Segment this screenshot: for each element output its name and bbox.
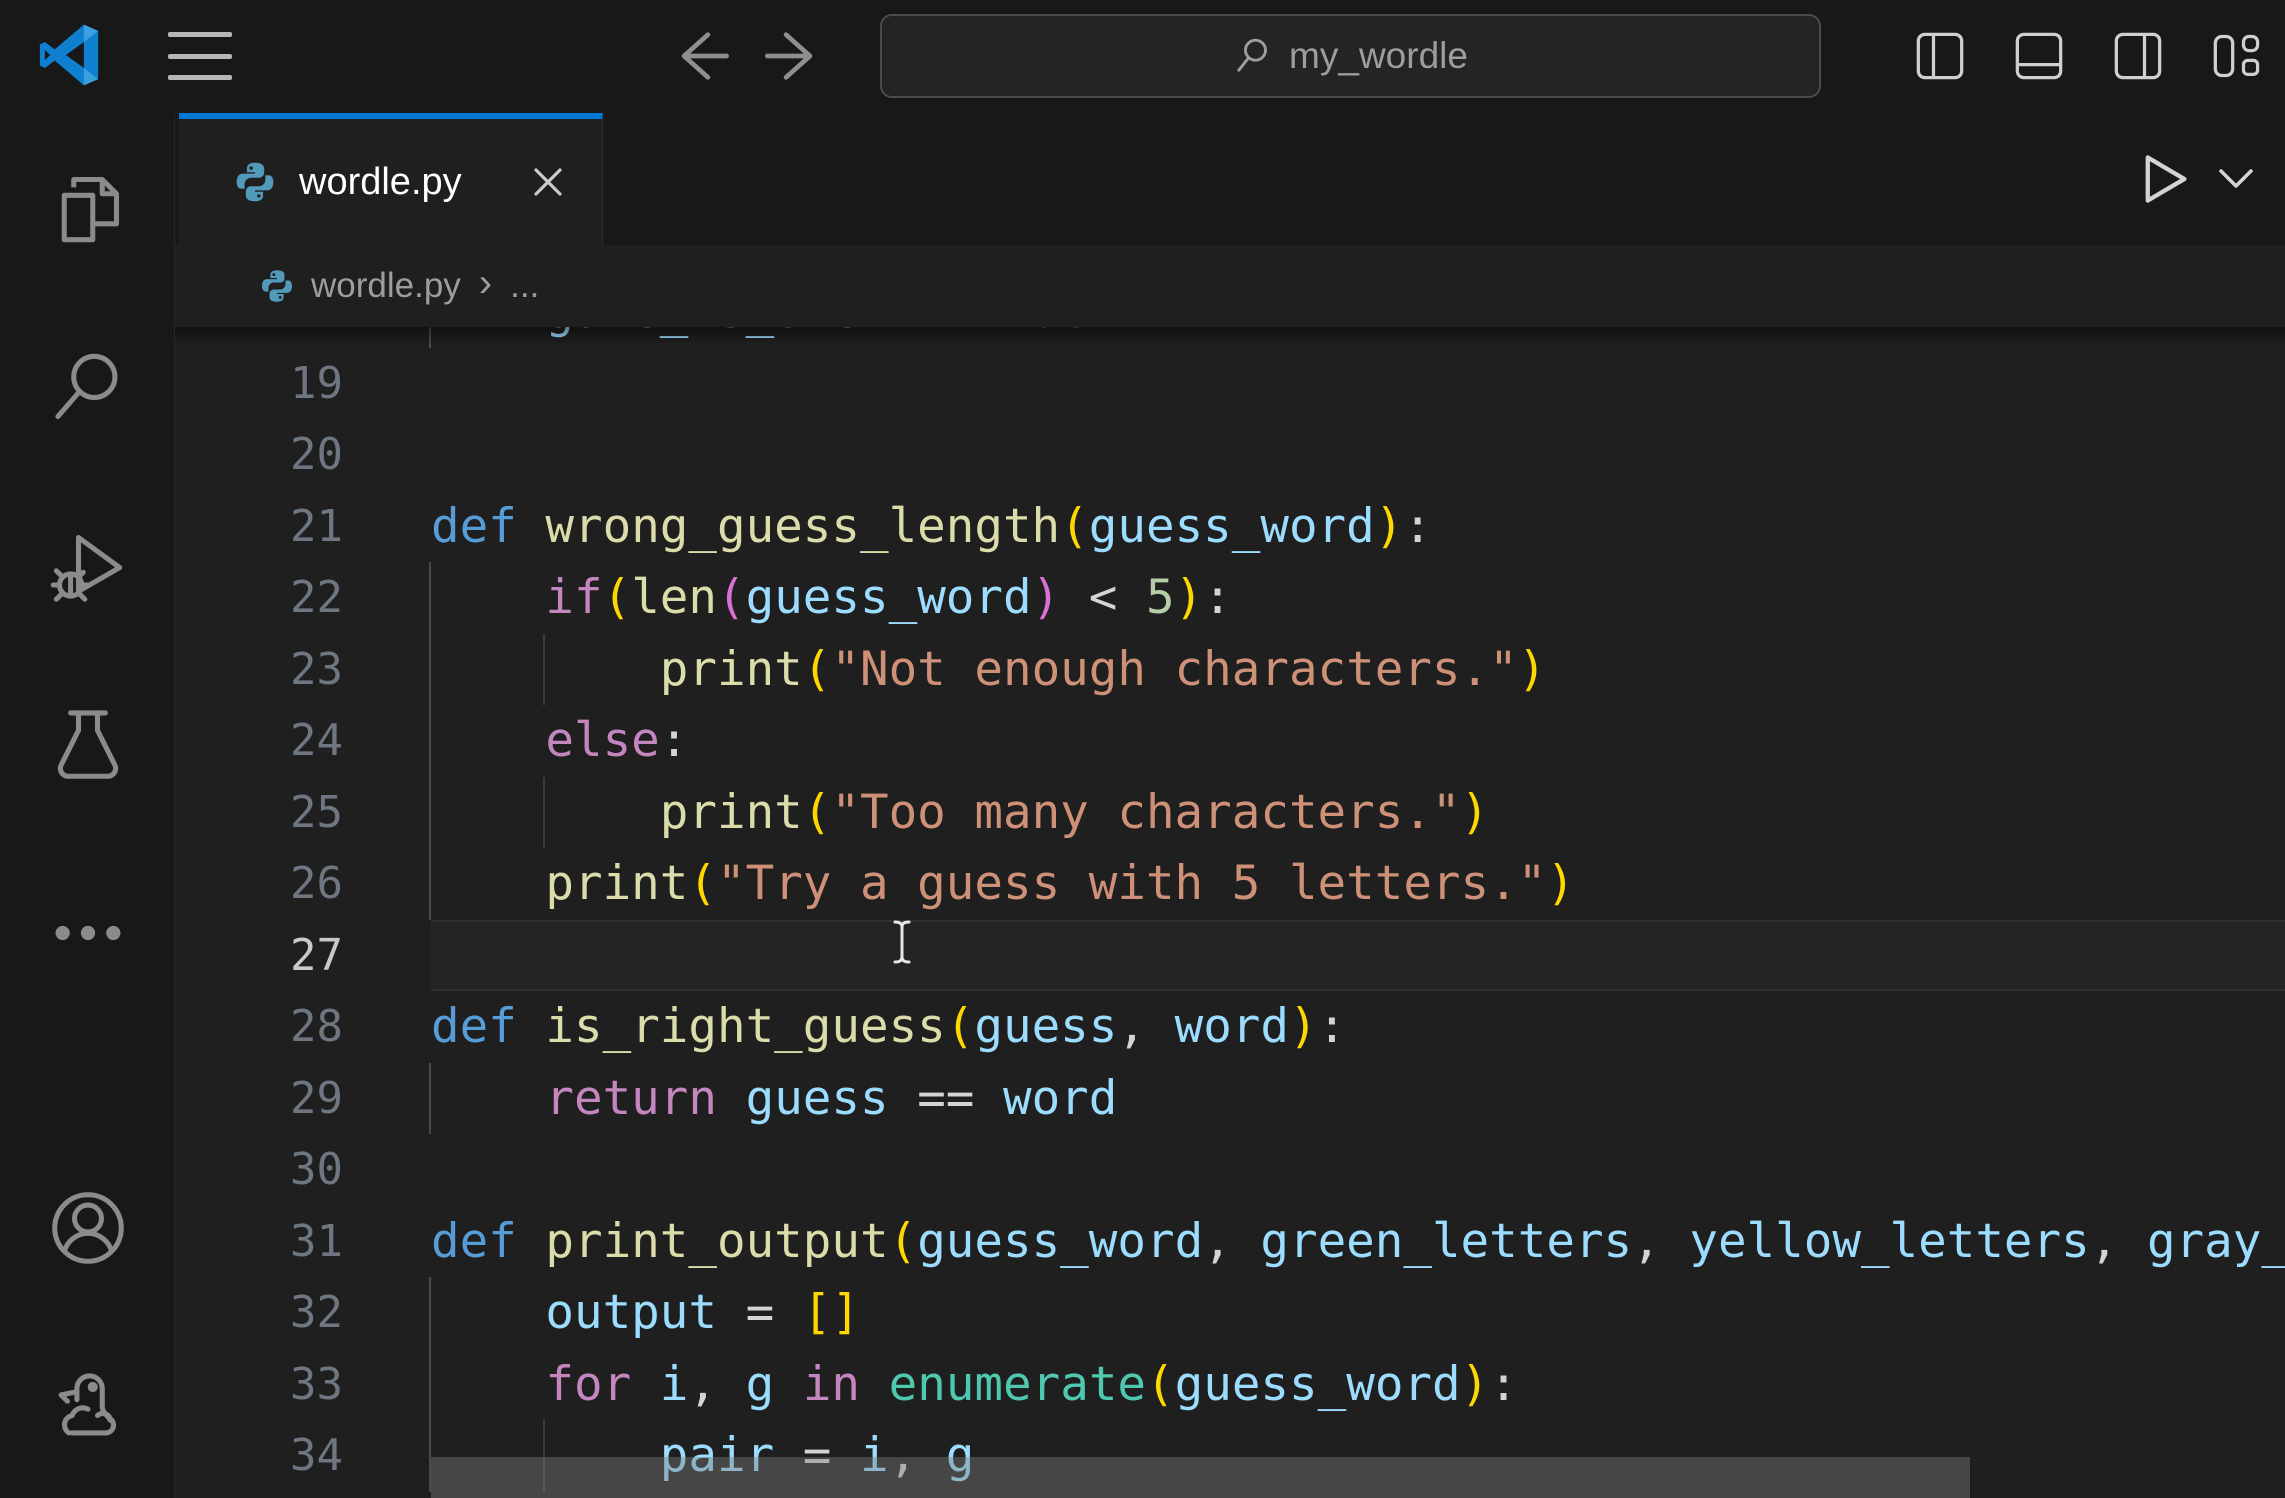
code-line[interactable]: 33 for i, g in enumerate(guess_word): bbox=[175, 1349, 2285, 1421]
line-number[interactable]: 34 bbox=[175, 1420, 431, 1492]
line-number[interactable]: 32 bbox=[175, 1277, 431, 1349]
line-number[interactable]: 23 bbox=[175, 634, 431, 706]
run-and-debug-icon[interactable] bbox=[0, 491, 175, 641]
vscode-logo-icon bbox=[38, 24, 100, 86]
python-file-icon bbox=[233, 160, 277, 204]
python-file-icon bbox=[259, 268, 295, 304]
code-line[interactable]: 29 return guess == word bbox=[175, 1063, 2285, 1135]
customize-layout-icon[interactable] bbox=[2211, 30, 2263, 82]
line-content: print("Try a guess with 5 letters.") bbox=[431, 848, 1575, 920]
run-dropdown-icon[interactable] bbox=[2213, 161, 2259, 197]
forward-icon[interactable] bbox=[762, 24, 826, 88]
search-icon bbox=[1233, 36, 1273, 76]
search-sidebar-icon[interactable] bbox=[0, 313, 175, 463]
breadcrumb: wordle.py › ... bbox=[175, 245, 2285, 327]
line-number[interactable]: 27 bbox=[175, 920, 431, 992]
line-number[interactable]: 18 bbox=[175, 327, 431, 348]
toggle-secondary-sidebar-icon[interactable] bbox=[2112, 30, 2164, 82]
editor-group: wordle.py wordle.py › ... bbox=[175, 113, 2285, 1498]
line-content: output = [] bbox=[431, 1277, 860, 1349]
code-lines: 18 game_is_over = True192021def wrong_gu… bbox=[175, 327, 2285, 1492]
code-line[interactable]: 20 bbox=[175, 419, 2285, 491]
code-line[interactable]: 24 else: bbox=[175, 705, 2285, 777]
line-number[interactable]: 20 bbox=[175, 419, 431, 491]
code-editor[interactable]: 18 game_is_over = True192021def wrong_gu… bbox=[175, 327, 2285, 1498]
line-number[interactable]: 29 bbox=[175, 1063, 431, 1135]
breadcrumb-file[interactable]: wordle.py bbox=[311, 266, 461, 306]
code-line[interactable]: 28def is_right_guess(guess, word): bbox=[175, 991, 2285, 1063]
command-center-label: my_wordle bbox=[1289, 35, 1468, 77]
toggle-panel-icon[interactable] bbox=[2013, 30, 2065, 82]
account-icon[interactable] bbox=[0, 1153, 175, 1303]
line-content: def is_right_guess(guess, word): bbox=[431, 991, 1346, 1063]
line-number[interactable]: 22 bbox=[175, 562, 431, 634]
breadcrumb-more[interactable]: ... bbox=[510, 266, 539, 306]
activity-bar bbox=[0, 113, 175, 1498]
chevron-right-icon: › bbox=[479, 261, 492, 306]
line-number[interactable]: 33 bbox=[175, 1349, 431, 1421]
menu-icon[interactable] bbox=[168, 30, 232, 82]
code-line[interactable]: 27 bbox=[175, 920, 2285, 992]
vscode-window: my_wordle bbox=[0, 0, 2285, 1498]
run-button[interactable] bbox=[2139, 151, 2191, 207]
python-environments-icon[interactable] bbox=[0, 1331, 175, 1481]
tab-wordle-py[interactable]: wordle.py bbox=[179, 113, 603, 245]
code-line[interactable]: 31def print_output(guess_word, green_let… bbox=[175, 1206, 2285, 1278]
line-content: def wrong_guess_length(guess_word): bbox=[431, 491, 1432, 563]
back-icon[interactable] bbox=[668, 24, 732, 88]
testing-icon[interactable] bbox=[0, 668, 175, 818]
line-number[interactable]: 28 bbox=[175, 991, 431, 1063]
more-extensions-icon[interactable] bbox=[0, 858, 175, 1008]
close-icon[interactable] bbox=[528, 162, 568, 202]
line-number[interactable]: 25 bbox=[175, 777, 431, 849]
tab-bar: wordle.py bbox=[175, 113, 2285, 245]
command-center-search[interactable]: my_wordle bbox=[880, 14, 1821, 98]
line-content: else: bbox=[431, 705, 688, 777]
line-content: return guess == word bbox=[431, 1063, 1117, 1135]
line-content: print("Too many characters.") bbox=[431, 777, 1489, 849]
text-cursor-pointer bbox=[891, 919, 913, 965]
line-number[interactable]: 24 bbox=[175, 705, 431, 777]
toggle-primary-sidebar-icon[interactable] bbox=[1914, 30, 1966, 82]
explorer-icon[interactable] bbox=[0, 133, 175, 283]
line-number[interactable]: 21 bbox=[175, 491, 431, 563]
line-content: game_is_over = True bbox=[431, 327, 1089, 348]
horizontal-scrollbar[interactable] bbox=[431, 1457, 1970, 1498]
code-line[interactable]: 32 output = [] bbox=[175, 1277, 2285, 1349]
line-content: if(len(guess_word) < 5): bbox=[431, 562, 1232, 634]
line-content: for i, g in enumerate(guess_word): bbox=[431, 1349, 1518, 1421]
title-bar: my_wordle bbox=[0, 0, 2285, 114]
code-line[interactable]: 26 print("Try a guess with 5 letters.") bbox=[175, 848, 2285, 920]
line-number[interactable]: 26 bbox=[175, 848, 431, 920]
code-line[interactable]: 25 print("Too many characters.") bbox=[175, 777, 2285, 849]
line-number[interactable]: 19 bbox=[175, 348, 431, 420]
code-line[interactable]: 22 if(len(guess_word) < 5): bbox=[175, 562, 2285, 634]
line-content: print("Not enough characters.") bbox=[431, 634, 1546, 706]
code-line[interactable]: 23 print("Not enough characters.") bbox=[175, 634, 2285, 706]
line-number[interactable]: 31 bbox=[175, 1206, 431, 1278]
line-number[interactable]: 30 bbox=[175, 1134, 431, 1206]
code-line[interactable]: 21def wrong_guess_length(guess_word): bbox=[175, 491, 2285, 563]
code-line[interactable]: 30 bbox=[175, 1134, 2285, 1206]
tab-label: wordle.py bbox=[299, 161, 462, 204]
code-line[interactable]: 18 game_is_over = True bbox=[175, 327, 2285, 348]
line-content: def print_output(guess_word, green_lette… bbox=[431, 1206, 2285, 1278]
code-line[interactable]: 19 bbox=[175, 348, 2285, 420]
